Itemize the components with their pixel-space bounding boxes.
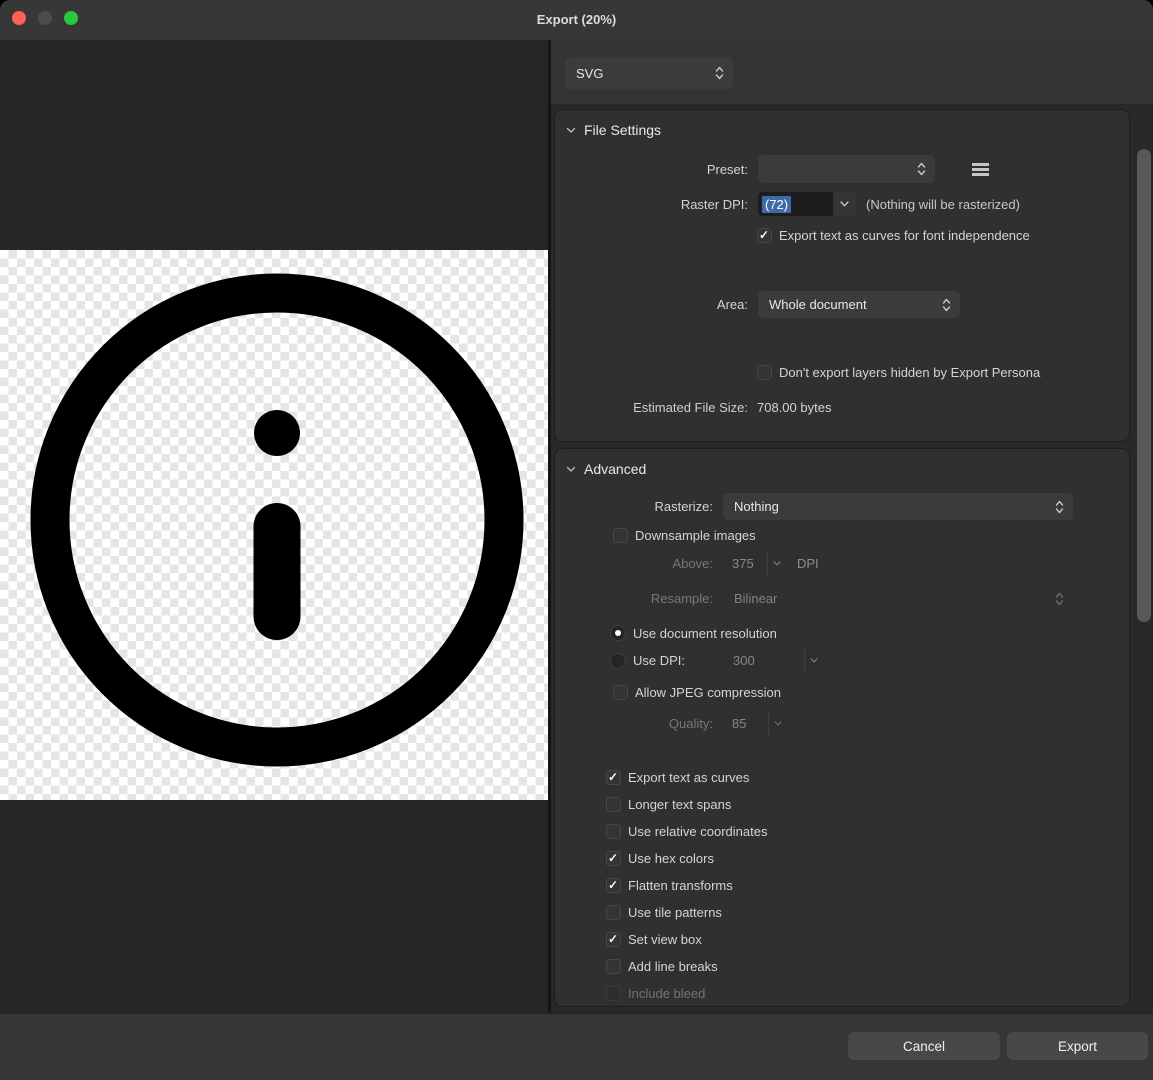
preset-label: Preset: bbox=[555, 162, 748, 177]
preview-pane bbox=[0, 40, 548, 1013]
info-icon-preview bbox=[0, 250, 548, 800]
svg-option-label[interactable]: Use relative coordinates bbox=[628, 824, 767, 839]
svg-option-checkbox[interactable] bbox=[606, 932, 621, 947]
quality-value: 85 bbox=[723, 710, 768, 737]
svg-option-row[interactable]: Include bleed bbox=[555, 980, 1121, 1007]
preset-select[interactable] bbox=[758, 155, 935, 183]
titlebar: Export (20%) bbox=[0, 0, 1153, 40]
dont-export-hidden-layers-label[interactable]: Don't export layers hidden by Export Per… bbox=[779, 365, 1040, 380]
use-dpi-label[interactable]: Use DPI: bbox=[633, 653, 724, 668]
window-title: Export (20%) bbox=[0, 0, 1153, 40]
chevron-down-icon bbox=[566, 466, 576, 473]
dialog-footer: Cancel Export bbox=[0, 1013, 1153, 1080]
export-dialog: Export (20%) SVG bbox=[0, 0, 1153, 1080]
svg-option-checkbox[interactable] bbox=[606, 851, 621, 866]
transparency-checkerboard bbox=[0, 250, 548, 800]
section-title: File Settings bbox=[584, 122, 661, 138]
above-dpi-suffix: DPI bbox=[797, 556, 819, 571]
area-select[interactable]: Whole document bbox=[758, 291, 960, 318]
svg-option-label[interactable]: Export text as curves bbox=[628, 770, 749, 785]
svg-option-checkbox[interactable] bbox=[606, 905, 621, 920]
raster-dpi-dropdown-button[interactable] bbox=[832, 192, 856, 216]
export-button[interactable]: Export bbox=[1007, 1032, 1148, 1060]
export-settings-panel: SVG File Settings Preset: bbox=[551, 40, 1153, 1013]
rasterize-select[interactable]: Nothing bbox=[723, 493, 1073, 520]
file-settings-section: File Settings Preset: Raster DPI: (72) bbox=[554, 109, 1130, 442]
chevron-down-icon bbox=[767, 550, 786, 576]
use-dpi-value: 300 bbox=[724, 647, 804, 674]
dont-export-hidden-layers-checkbox[interactable] bbox=[757, 365, 772, 380]
advanced-header[interactable]: Advanced bbox=[566, 461, 646, 477]
chevron-down-icon bbox=[566, 127, 576, 134]
resample-select: Bilinear bbox=[723, 585, 1073, 612]
svg-option-checkbox[interactable] bbox=[606, 878, 621, 893]
quality-select: 85 bbox=[723, 710, 787, 737]
advanced-section: Advanced Rasterize: Nothing Downsample i… bbox=[554, 448, 1130, 1007]
format-select-value: SVG bbox=[576, 66, 715, 81]
svg-option-checkbox[interactable] bbox=[606, 797, 621, 812]
preset-menu-icon[interactable] bbox=[972, 163, 989, 176]
svg-option-label[interactable]: Set view box bbox=[628, 932, 702, 947]
use-dpi-select: 300 bbox=[724, 647, 823, 674]
downsample-images-label[interactable]: Downsample images bbox=[635, 528, 756, 543]
svg-option-row[interactable]: Add line breaks bbox=[555, 953, 1121, 980]
resample-label: Resample: bbox=[555, 591, 713, 606]
svg-option-row[interactable]: Use hex colors bbox=[555, 845, 1121, 872]
stepper-icon bbox=[1055, 500, 1064, 514]
svg-option-checkbox[interactable] bbox=[606, 959, 621, 974]
scrollbar-thumb[interactable] bbox=[1137, 149, 1151, 622]
area-label: Area: bbox=[555, 297, 748, 312]
svg-option-checkbox[interactable] bbox=[606, 770, 621, 785]
svg-options-list: Export text as curves Longer text spans … bbox=[555, 764, 1121, 1007]
use-document-resolution-label[interactable]: Use document resolution bbox=[633, 626, 777, 641]
svg-option-checkbox[interactable] bbox=[606, 986, 621, 1001]
svg-option-checkbox[interactable] bbox=[606, 824, 621, 839]
chevron-down-icon bbox=[768, 710, 787, 737]
area-select-value: Whole document bbox=[769, 297, 942, 312]
raster-dpi-selected-text: (72) bbox=[762, 196, 791, 213]
above-dpi-value: 375 bbox=[723, 550, 767, 576]
svg-option-row[interactable]: Use tile patterns bbox=[555, 899, 1121, 926]
file-settings-header[interactable]: File Settings bbox=[566, 122, 661, 138]
use-document-resolution-radio[interactable] bbox=[610, 625, 626, 641]
stepper-icon bbox=[942, 298, 951, 312]
svg-option-label[interactable]: Flatten transforms bbox=[628, 878, 733, 893]
quality-label: Quality: bbox=[555, 716, 713, 731]
svg-option-label[interactable]: Longer text spans bbox=[628, 797, 731, 812]
allow-jpeg-compression-checkbox[interactable] bbox=[613, 685, 628, 700]
stepper-icon bbox=[715, 66, 724, 80]
format-header: SVG bbox=[551, 40, 1153, 104]
export-text-curves-font-checkbox[interactable] bbox=[757, 228, 772, 243]
rasterize-select-value: Nothing bbox=[734, 499, 1055, 514]
svg-option-row[interactable]: Flatten transforms bbox=[555, 872, 1121, 899]
svg-option-row[interactable]: Export text as curves bbox=[555, 764, 1121, 791]
chevron-down-icon bbox=[804, 647, 823, 674]
format-select[interactable]: SVG bbox=[565, 57, 733, 89]
svg-option-label[interactable]: Add line breaks bbox=[628, 959, 718, 974]
raster-dpi-input[interactable]: (72) bbox=[758, 192, 832, 216]
section-title: Advanced bbox=[584, 461, 646, 477]
svg-option-label[interactable]: Use tile patterns bbox=[628, 905, 722, 920]
estimated-size-label: Estimated File Size: bbox=[555, 400, 748, 415]
chevron-down-icon bbox=[840, 201, 849, 207]
allow-jpeg-compression-label[interactable]: Allow JPEG compression bbox=[635, 685, 781, 700]
export-text-curves-font-label[interactable]: Export text as curves for font independe… bbox=[779, 228, 1030, 243]
svg-option-label[interactable]: Include bleed bbox=[628, 986, 705, 1001]
above-dpi-select: 375 bbox=[723, 550, 786, 576]
svg-option-row[interactable]: Set view box bbox=[555, 926, 1121, 953]
above-label: Above: bbox=[555, 556, 713, 571]
svg-option-row[interactable]: Use relative coordinates bbox=[555, 818, 1121, 845]
stepper-icon bbox=[1055, 592, 1064, 606]
cancel-button[interactable]: Cancel bbox=[848, 1032, 1000, 1060]
svg-option-row[interactable]: Longer text spans bbox=[555, 791, 1121, 818]
rasterize-label: Rasterize: bbox=[555, 499, 713, 514]
estimated-size-value: 708.00 bytes bbox=[757, 400, 831, 415]
svg-option-label[interactable]: Use hex colors bbox=[628, 851, 714, 866]
downsample-images-checkbox[interactable] bbox=[613, 528, 628, 543]
use-dpi-radio[interactable] bbox=[610, 653, 626, 669]
raster-dpi-label: Raster DPI: bbox=[555, 197, 748, 212]
resample-select-value: Bilinear bbox=[734, 591, 1055, 606]
stepper-icon bbox=[917, 162, 926, 176]
raster-dpi-note: (Nothing will be rasterized) bbox=[866, 197, 1020, 212]
